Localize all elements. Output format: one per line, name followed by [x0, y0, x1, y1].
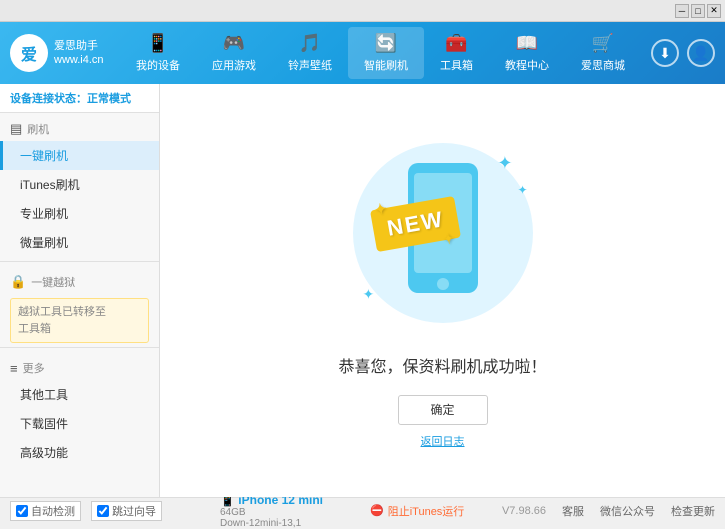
- advanced-label: 高级功能: [20, 446, 68, 460]
- status-value: 正常模式: [87, 93, 131, 105]
- nav-bar: 📱 我的设备 🎮 应用游戏 🎵 铃声壁纸 🔄 智能刷机 🧰 工具箱 📖 教程中心…: [110, 27, 651, 79]
- more-section-label: 更多: [23, 360, 45, 376]
- sidebar-section-flash: ▤ 刷机: [0, 113, 159, 141]
- auto-connect-label: 自动检测: [31, 503, 75, 519]
- itunes-flash-label: iTunes刷机: [20, 178, 80, 192]
- header-actions: ⬇ 👤: [651, 39, 715, 67]
- bottom-checkboxes: 自动检测 跳过向导: [10, 501, 210, 521]
- sidebar-item-itunes-flash[interactable]: iTunes刷机: [0, 170, 159, 199]
- skip-wizard-input[interactable]: [97, 505, 109, 517]
- nav-ringtones-label: 铃声壁纸: [288, 57, 332, 73]
- itunes-status-label: 阻止iTunes运行: [388, 503, 465, 519]
- main-container: 设备连接状态：正常模式 ▤ 刷机 一键刷机 iTunes刷机 专业刷机 微量刷机…: [0, 84, 725, 497]
- auto-connect-checkbox[interactable]: 自动检测: [10, 501, 81, 521]
- stop-itunes-icon: ⛔: [370, 504, 384, 517]
- device-version: Down-12mini-13,1: [220, 518, 370, 529]
- device-info: 📱 iPhone 12 mini 64GB Down-12mini-13,1: [210, 493, 370, 529]
- status-label: 设备连接状态：: [10, 93, 87, 105]
- nav-smart-flash-label: 智能刷机: [364, 57, 408, 73]
- my-device-icon: 📱: [147, 33, 169, 54]
- pro-flash-label: 专业刷机: [20, 207, 68, 221]
- sidebar-item-pro-flash[interactable]: 专业刷机: [0, 199, 159, 228]
- jailbreak-section-label: 一键越狱: [31, 274, 75, 290]
- more-section-icon: ≡: [10, 361, 18, 376]
- nav-apps-games-label: 应用游戏: [212, 57, 256, 73]
- sidebar-item-micro-flash[interactable]: 微量刷机: [0, 228, 159, 257]
- sidebar-divider-1: [0, 261, 159, 262]
- sidebar-section-more: ≡ 更多: [0, 352, 159, 380]
- nav-ringtones[interactable]: 🎵 铃声壁纸: [272, 27, 348, 79]
- customer-service-link[interactable]: 客服: [562, 503, 584, 519]
- back-to-daily-link[interactable]: 返回日志: [421, 433, 465, 449]
- restore-button[interactable]: □: [691, 4, 705, 18]
- micro-flash-label: 微量刷机: [20, 236, 68, 250]
- main-panel: ✦ ✦ ✦ NEW 恭喜您，保资料刷机成功啦！ 确定 返回日志: [160, 84, 725, 497]
- logo-area: 爱 爱思助手 www.i4.cn: [10, 34, 110, 72]
- skip-wizard-checkbox[interactable]: 跳过向导: [91, 501, 162, 521]
- logo-line1: 爱思助手: [54, 39, 104, 53]
- itunes-status: ⛔ 阻止iTunes运行: [370, 503, 464, 519]
- nav-my-device-label: 我的设备: [136, 57, 180, 73]
- tutorials-icon: 📖: [516, 33, 538, 54]
- sidebar-section-jailbreak: 🔒 一键越狱: [0, 266, 159, 294]
- ringtones-icon: 🎵: [299, 33, 321, 54]
- other-tools-label: 其他工具: [20, 388, 68, 402]
- sidebar-divider-2: [0, 347, 159, 348]
- jailbreak-warning: 越狱工具已转移至工具箱: [10, 298, 149, 343]
- sidebar-item-onekey-flash[interactable]: 一键刷机: [0, 141, 159, 170]
- download-fw-label: 下载固件: [20, 417, 68, 431]
- header: 爱 爱思助手 www.i4.cn 📱 我的设备 🎮 应用游戏 🎵 铃声壁纸 🔄 …: [0, 22, 725, 84]
- nav-my-device[interactable]: 📱 我的设备: [120, 27, 196, 79]
- download-button[interactable]: ⬇: [651, 39, 679, 67]
- flash-section-icon: ▤: [10, 121, 22, 137]
- nav-shop-label: 爱思商城: [581, 57, 625, 73]
- minimize-button[interactable]: ─: [675, 4, 689, 18]
- nav-smart-flash[interactable]: 🔄 智能刷机: [348, 27, 424, 79]
- bottom-bar: 自动检测 跳过向导 📱 iPhone 12 mini 64GB Down-12m…: [0, 497, 725, 523]
- bottom-right: V7.98.66 客服 微信公众号 检查更新: [464, 503, 715, 519]
- nav-tutorials[interactable]: 📖 教程中心: [489, 27, 565, 79]
- logo-text: 爱思助手 www.i4.cn: [54, 39, 104, 68]
- confirm-button[interactable]: 确定: [398, 395, 488, 425]
- connection-status: 设备连接状态：正常模式: [0, 84, 159, 113]
- nav-toolbox-label: 工具箱: [440, 57, 473, 73]
- nav-tutorials-label: 教程中心: [505, 57, 549, 73]
- close-button[interactable]: ✕: [707, 4, 721, 18]
- check-update-link[interactable]: 检查更新: [671, 503, 715, 519]
- sidebar-item-advanced[interactable]: 高级功能: [0, 438, 159, 467]
- shop-icon: 🛒: [592, 33, 614, 54]
- new-badge: NEW: [370, 195, 461, 251]
- phone-home-btn: [437, 278, 449, 290]
- sidebar-item-download-fw[interactable]: 下载固件: [0, 409, 159, 438]
- device-storage: 64GB: [220, 507, 370, 518]
- smart-flash-icon: 🔄: [375, 33, 397, 54]
- wechat-official-link[interactable]: 微信公众号: [600, 503, 655, 519]
- apps-games-icon: 🎮: [223, 33, 245, 54]
- success-message: 恭喜您，保资料刷机成功啦！: [338, 353, 546, 377]
- flash-section-label: 刷机: [27, 121, 49, 137]
- onekey-flash-label: 一键刷机: [20, 149, 68, 163]
- skip-wizard-label: 跳过向导: [112, 503, 156, 519]
- sparkle-2: ✦: [517, 183, 527, 197]
- sparkle-3: ✦: [363, 286, 375, 303]
- window-controls: ─ □ ✕: [675, 4, 721, 18]
- sidebar: 设备连接状态：正常模式 ▤ 刷机 一键刷机 iTunes刷机 专业刷机 微量刷机…: [0, 84, 160, 497]
- nav-apps-games[interactable]: 🎮 应用游戏: [196, 27, 272, 79]
- title-bar: ─ □ ✕: [0, 0, 725, 22]
- logo-icon: 爱: [10, 34, 48, 72]
- toolbox-icon: 🧰: [445, 33, 467, 54]
- logo-line2: www.i4.cn: [54, 53, 104, 67]
- version-label: V7.98.66: [502, 505, 546, 517]
- nav-shop[interactable]: 🛒 爱思商城: [565, 27, 641, 79]
- auto-connect-input[interactable]: [16, 505, 28, 517]
- nav-toolbox[interactable]: 🧰 工具箱: [424, 27, 489, 79]
- lock-icon: 🔒: [10, 274, 26, 290]
- sidebar-item-other-tools[interactable]: 其他工具: [0, 380, 159, 409]
- success-illustration: ✦ ✦ ✦ NEW: [343, 133, 543, 333]
- user-button[interactable]: 👤: [687, 39, 715, 67]
- sparkle-1: ✦: [497, 153, 512, 174]
- jailbreak-warning-text: 越狱工具已转移至工具箱: [18, 306, 106, 335]
